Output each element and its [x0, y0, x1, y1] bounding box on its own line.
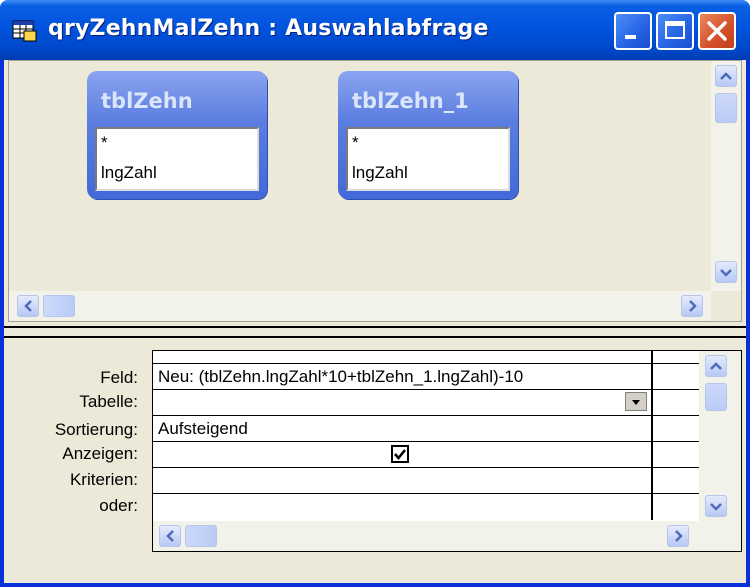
dropdown-arrow-icon: [632, 400, 640, 405]
field-item[interactable]: *: [352, 133, 359, 153]
vertical-scrollbar[interactable]: [711, 61, 741, 291]
combo-dropdown-button[interactable]: [625, 392, 647, 411]
grid-cell[interactable]: [651, 468, 699, 494]
column-selector[interactable]: [651, 351, 699, 364]
minimize-button[interactable]: [614, 12, 652, 50]
row-label-tabelle: Tabelle:: [79, 392, 138, 411]
column-selector[interactable]: [153, 351, 651, 364]
field-item[interactable]: *: [101, 133, 108, 153]
table-name: tblZehn: [101, 89, 193, 113]
chevron-down-icon: [720, 269, 732, 277]
scroll-thumb[interactable]: [185, 525, 217, 547]
design-grid-pane: Feld: Tabelle: Sortierung: Anzeigen: Kri…: [4, 340, 746, 583]
row-label-kriterien: Kriterien:: [69, 470, 138, 489]
query-window: qryZehnMalZehn : Auswahlabfrage tblZehn …: [0, 0, 750, 587]
query-icon: [12, 20, 37, 42]
field-item[interactable]: lngZahl: [101, 163, 157, 183]
grid-cell[interactable]: [651, 494, 699, 520]
show-cell: [153, 442, 651, 468]
chevron-right-icon: [689, 300, 697, 312]
row-label-oder: oder:: [99, 496, 138, 515]
close-button[interactable]: [698, 12, 736, 50]
scroll-down-button[interactable]: [715, 261, 737, 283]
chevron-left-icon: [166, 530, 174, 542]
scroll-right-button[interactable]: [681, 295, 703, 317]
table-pane[interactable]: tblZehn * lngZahl tblZehn_1 * lngZahl: [8, 60, 742, 322]
row-label-feld: Feld:: [100, 368, 138, 387]
field-list[interactable]: * lngZahl: [346, 127, 510, 191]
scroll-up-button[interactable]: [705, 355, 727, 377]
maximize-button[interactable]: [656, 12, 694, 50]
or-cell[interactable]: [153, 494, 651, 520]
title-bar[interactable]: qryZehnMalZehn : Auswahlabfrage: [0, 0, 750, 60]
scroll-left-button[interactable]: [159, 525, 181, 547]
table-name: tblZehn_1: [352, 89, 469, 113]
table-box-tblzehn[interactable]: tblZehn * lngZahl: [87, 71, 267, 199]
scroll-right-button[interactable]: [667, 525, 689, 547]
scroll-down-button[interactable]: [705, 495, 727, 517]
row-label-anzeigen: Anzeigen:: [62, 444, 138, 463]
window-client-area: tblZehn * lngZahl tblZehn_1 * lngZahl Fe…: [4, 60, 746, 583]
chevron-right-icon: [675, 530, 683, 542]
table-box-tblzehn-1[interactable]: tblZehn_1 * lngZahl: [338, 71, 518, 199]
table-combo[interactable]: [153, 390, 651, 416]
scroll-left-button[interactable]: [17, 295, 39, 317]
grid-vertical-scrollbar[interactable]: [699, 351, 741, 521]
chevron-down-icon: [710, 503, 722, 511]
chevron-up-icon: [720, 72, 732, 80]
minimize-icon: [625, 35, 636, 39]
chevron-up-icon: [710, 362, 722, 370]
criteria-cell[interactable]: [153, 468, 651, 494]
scroll-thumb[interactable]: [43, 295, 75, 317]
horizontal-scrollbar[interactable]: [9, 291, 711, 321]
chevron-left-icon: [24, 300, 32, 312]
window-title: qryZehnMalZehn : Auswahlabfrage: [48, 16, 489, 41]
checkmark-icon: [394, 449, 406, 460]
grid-cell[interactable]: [651, 364, 699, 390]
grid-cell[interactable]: [651, 390, 699, 416]
show-checkbox[interactable]: [391, 445, 409, 463]
design-grid[interactable]: Neu: (tblZehn.lngZahl*10+tblZehn_1.lngZa…: [152, 350, 742, 552]
close-icon: [707, 21, 727, 41]
grid-cell[interactable]: [651, 416, 699, 442]
field-list[interactable]: * lngZahl: [95, 127, 259, 191]
pane-splitter[interactable]: [4, 326, 746, 338]
grid-horizontal-scrollbar[interactable]: [153, 521, 741, 551]
grid-cell[interactable]: [651, 442, 699, 468]
row-label-sortierung: Sortierung:: [54, 420, 138, 439]
scroll-thumb[interactable]: [705, 383, 727, 411]
maximize-icon: [665, 21, 685, 39]
field-cell[interactable]: Neu: (tblZehn.lngZahl*10+tblZehn_1.lngZa…: [153, 364, 651, 390]
scroll-thumb[interactable]: [715, 93, 737, 123]
sort-cell[interactable]: Aufsteigend: [153, 416, 651, 442]
field-item[interactable]: lngZahl: [352, 163, 408, 183]
scroll-up-button[interactable]: [715, 65, 737, 87]
